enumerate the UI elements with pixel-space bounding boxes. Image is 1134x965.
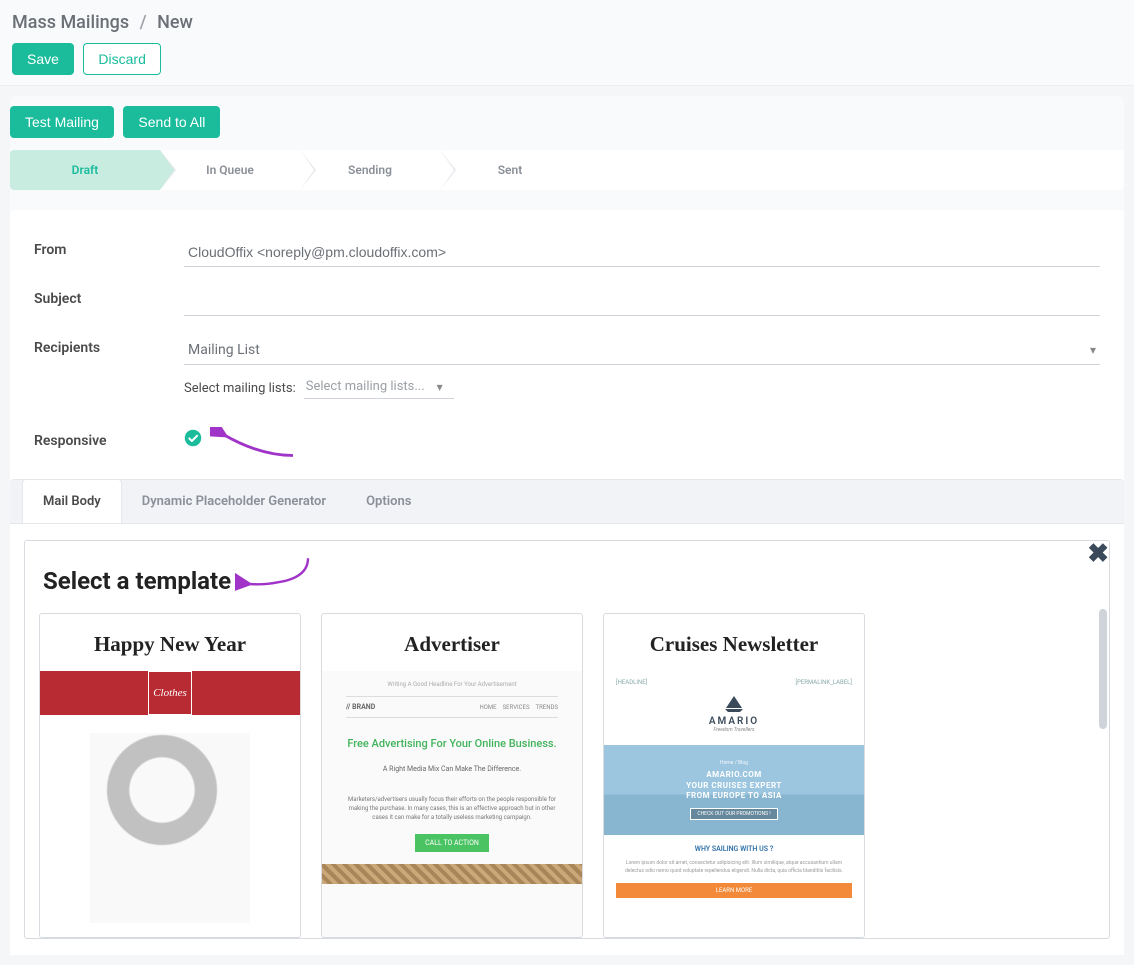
chevron-down-icon: ▾ — [1090, 343, 1096, 357]
template-title: Cruises Newsletter — [604, 614, 864, 671]
mailing-lists-multiselect[interactable]: Select mailing lists... ▾ — [304, 377, 454, 399]
template-preview: [HEADLINE] [PERMALINK_LABEL] AMARI — [604, 671, 864, 937]
annotation-arrow-icon — [210, 427, 300, 465]
responsive-checked-icon[interactable] — [184, 429, 202, 447]
sailboat-icon — [722, 694, 746, 714]
recipients-select-value: Mailing List — [188, 342, 260, 358]
template-picker-heading: Select a template — [43, 567, 231, 595]
template-card-happy-new-year[interactable]: Happy New Year Clothes — [39, 613, 301, 938]
subject-label: Subject — [34, 287, 184, 307]
template-title: Advertiser — [322, 614, 582, 671]
mailing-lists-placeholder: Select mailing lists... — [306, 379, 425, 394]
mail-body-panel: ✖ Select a template — [10, 523, 1124, 955]
save-button[interactable]: Save — [12, 43, 74, 75]
recipients-label: Recipients — [34, 336, 184, 356]
breadcrumb-root[interactable]: Mass Mailings — [12, 12, 129, 33]
template-cta-button: CALL TO ACTION — [415, 834, 489, 852]
pipeline-stage-sent[interactable]: Sent — [440, 150, 580, 190]
template-card-advertiser[interactable]: Advertiser Writing A Good Headline For Y… — [321, 613, 583, 938]
template-picker: ✖ Select a template — [24, 540, 1110, 939]
breadcrumb-current: New — [157, 12, 193, 33]
template-logo-text: Clothes — [148, 671, 192, 715]
pipeline-stage-sending[interactable]: Sending — [300, 150, 440, 190]
recipients-select[interactable]: Mailing List ▾ — [184, 336, 1100, 365]
form-tabs: Mail Body Dynamic Placeholder Generator … — [10, 479, 1124, 523]
template-card-cruises-newsletter[interactable]: Cruises Newsletter [HEADLINE] [PERMALINK… — [603, 613, 865, 938]
top-action-bar: Save Discard — [12, 43, 1122, 75]
pipeline-stage-in-queue[interactable]: In Queue — [160, 150, 300, 190]
subject-input[interactable] — [184, 287, 1100, 316]
template-preview: Writing A Good Headline For Your Adverti… — [322, 671, 582, 937]
tab-mail-body[interactable]: Mail Body — [22, 479, 122, 523]
secondary-action-bar: Test Mailing Send to All — [10, 96, 1124, 150]
breadcrumb-separator: / — [140, 12, 147, 33]
discard-button[interactable]: Discard — [83, 43, 160, 75]
template-preview: Clothes — [40, 671, 300, 937]
template-photo-placeholder — [90, 733, 250, 923]
template-cta-button: LEARN MORE — [616, 883, 852, 898]
test-mailing-button[interactable]: Test Mailing — [10, 106, 114, 138]
pipeline-stage-draft[interactable]: Draft — [10, 150, 160, 190]
status-pipeline: Draft In Queue Sending Sent — [10, 150, 1124, 190]
from-label: From — [34, 238, 184, 258]
tab-options[interactable]: Options — [346, 480, 431, 523]
mailing-form: From Subject Recipients Mailing List ▾ — [10, 210, 1124, 955]
select-mailing-lists-label: Select mailing lists: — [184, 381, 296, 396]
annotation-arrow-icon — [235, 555, 325, 595]
template-title: Happy New Year — [40, 614, 300, 671]
template-grid: Happy New Year Clothes — [39, 613, 1095, 938]
tab-dynamic-placeholder[interactable]: Dynamic Placeholder Generator — [122, 480, 346, 523]
responsive-label: Responsive — [34, 429, 184, 449]
send-to-all-button[interactable]: Send to All — [123, 106, 220, 138]
from-input[interactable] — [184, 238, 1100, 267]
template-footer-image — [322, 864, 582, 884]
template-hero-button: CHECK OUT OUR PROMOTIONS ! — [690, 808, 777, 820]
scrollbar[interactable] — [1099, 609, 1107, 729]
breadcrumb: Mass Mailings / New — [12, 12, 1122, 33]
chevron-down-icon: ▾ — [437, 380, 443, 394]
breadcrumb-bar: Mass Mailings / New Save Discard — [0, 0, 1134, 86]
